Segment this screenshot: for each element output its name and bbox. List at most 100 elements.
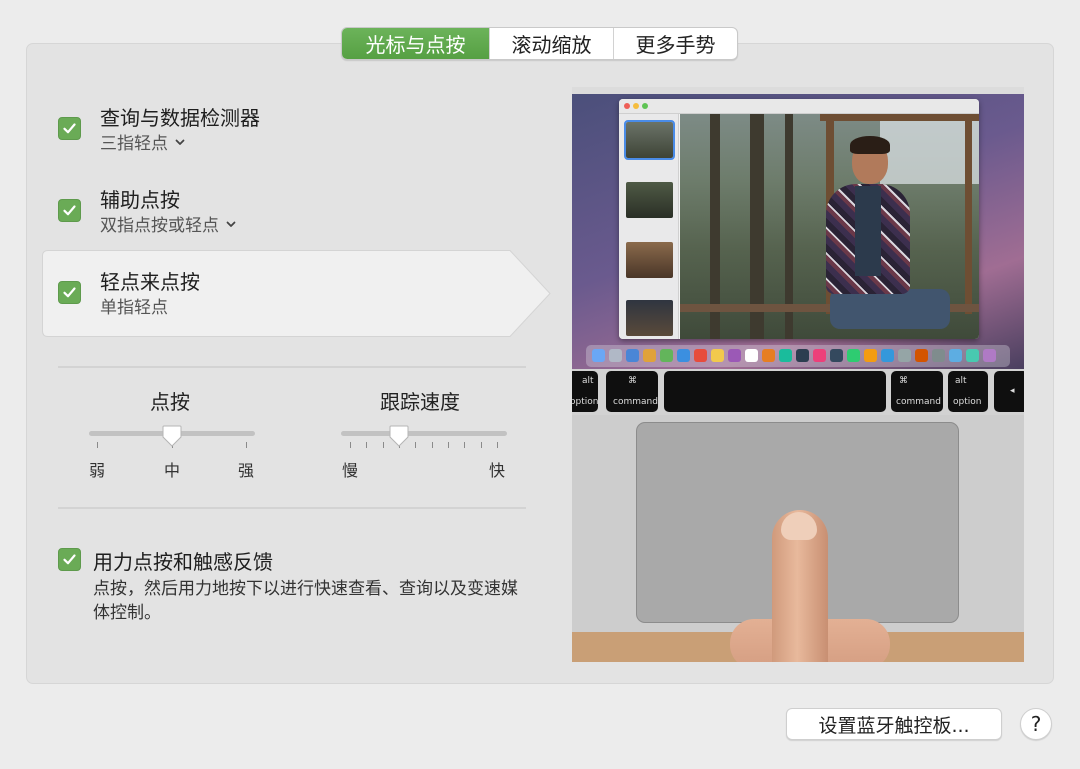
thumbnail-image	[626, 182, 673, 218]
checkmark-icon	[63, 554, 76, 565]
dock-app-icon	[779, 349, 792, 362]
tab-bar: 光标与点按 滚动缩放 更多手势	[341, 27, 738, 60]
dock-app-icon	[626, 349, 639, 362]
option-subtitle: 三指轻点	[100, 134, 168, 154]
slider-tick	[350, 442, 351, 448]
key-command-left: ⌘ command	[606, 371, 658, 412]
dock-app-icon	[677, 349, 690, 362]
dock-app-icon	[728, 349, 741, 362]
slider-tick	[97, 442, 98, 448]
tracking-slider-thumb[interactable]	[389, 425, 409, 447]
option-title: 查询与数据检测器	[100, 106, 260, 130]
keyboard-row: alt option ⌘ command ⌘ command alt optio…	[572, 369, 1024, 415]
dock-app-icon	[847, 349, 860, 362]
mac-menubar	[572, 87, 1024, 94]
click-label-medium: 中	[164, 461, 181, 480]
person-legs	[830, 289, 950, 329]
tracking-slider-track[interactable]	[341, 431, 507, 436]
click-label-light: 弱	[89, 461, 106, 480]
option-title: 轻点来点按	[100, 270, 200, 294]
click-label-firm: 强	[238, 461, 255, 480]
dock-app-icon	[881, 349, 894, 362]
porch-post	[965, 114, 972, 314]
dock-app-icon	[762, 349, 775, 362]
dock-app-icon	[949, 349, 962, 362]
key-option-right: alt option	[948, 371, 988, 412]
chevron-down-icon	[226, 221, 236, 227]
force-click-title: 用力点按和触感反馈	[93, 550, 273, 574]
porch-beam	[820, 114, 979, 121]
secondary-click-dropdown[interactable]: 双指点按或轻点	[100, 211, 237, 236]
dock-app-icon	[898, 349, 911, 362]
mac-dock	[586, 345, 1010, 367]
slider-tick	[382, 442, 384, 448]
dock-app-icon	[745, 349, 758, 362]
fingernail	[781, 512, 817, 540]
person-hair	[850, 136, 890, 154]
option-subtitle: 单指轻点	[100, 298, 168, 318]
click-slider-thumb[interactable]	[162, 425, 182, 447]
option-subtitle: 双指点按或轻点	[100, 216, 219, 236]
key-command-right: ⌘ command	[891, 371, 943, 412]
checkmark-icon	[63, 287, 76, 298]
dock-app-icon	[694, 349, 707, 362]
close-dot-icon	[624, 103, 630, 109]
gesture-preview-image: alt option ⌘ command ⌘ command alt optio…	[572, 87, 1024, 662]
dock-app-icon	[711, 349, 724, 362]
slider-tick	[497, 442, 498, 448]
dock-app-icon	[864, 349, 877, 362]
slider-tick	[448, 442, 449, 448]
dock-app-icon	[592, 349, 605, 362]
dock-app-icon	[796, 349, 809, 362]
photo-man-on-porch	[680, 114, 979, 339]
setup-bluetooth-trackpad-button[interactable]: 设置蓝牙触控板...	[786, 708, 1002, 740]
window-titlebar	[619, 99, 979, 114]
dock-app-icon	[813, 349, 826, 362]
slider-tick	[366, 442, 368, 448]
thumbnail-image	[624, 120, 675, 160]
force-click-description: 点按，然后用力地按下以进行快速查看、查询以及变速媒体控制。	[93, 579, 518, 623]
divider	[58, 507, 526, 509]
secondary-click-checkbox[interactable]	[58, 199, 81, 222]
force-click-checkbox[interactable]	[58, 548, 81, 571]
zoom-dot-icon	[642, 103, 648, 109]
dock-app-icon	[830, 349, 843, 362]
dock-app-icon	[932, 349, 945, 362]
dock-app-icon	[609, 349, 622, 362]
preview-app-window	[619, 99, 979, 339]
option-title: 辅助点按	[100, 188, 180, 212]
slider-tick	[415, 442, 417, 448]
slider-tick	[464, 442, 466, 448]
tracking-label-fast: 快	[489, 461, 506, 480]
person-tshirt	[855, 186, 881, 276]
key-arrow-left: ◂	[994, 371, 1024, 412]
lookup-checkbox[interactable]	[58, 117, 81, 140]
tracking-label-slow: 慢	[342, 461, 359, 480]
divider	[58, 366, 526, 368]
thumbnail-sidebar	[619, 114, 679, 339]
tap-to-click-checkbox[interactable]	[58, 281, 81, 304]
dock-app-icon	[660, 349, 673, 362]
click-slider-title: 点按	[150, 390, 190, 414]
tracking-slider-title: 跟踪速度	[380, 390, 460, 414]
tab-more-gestures[interactable]: 更多手势	[613, 28, 737, 59]
lookup-gesture-dropdown[interactable]: 三指轻点	[100, 129, 186, 154]
slider-tick	[246, 442, 247, 448]
thumbnail-image	[626, 242, 673, 278]
key-option-left: alt option	[572, 371, 598, 412]
checkmark-icon	[63, 123, 76, 134]
minimize-dot-icon	[633, 103, 639, 109]
dock-app-icon	[983, 349, 996, 362]
help-button[interactable]: ?	[1020, 708, 1052, 740]
key-space	[664, 371, 886, 412]
checkmark-icon	[63, 205, 76, 216]
tab-point-and-click[interactable]: 光标与点按	[342, 28, 489, 59]
dock-app-icon	[643, 349, 656, 362]
dock-app-icon	[915, 349, 928, 362]
slider-tick	[431, 442, 433, 448]
slider-tick	[480, 442, 482, 448]
chevron-down-icon	[175, 139, 185, 145]
tab-scroll-and-zoom[interactable]: 滚动缩放	[489, 28, 613, 59]
dock-app-icon	[966, 349, 979, 362]
thumbnail-image	[626, 300, 673, 336]
